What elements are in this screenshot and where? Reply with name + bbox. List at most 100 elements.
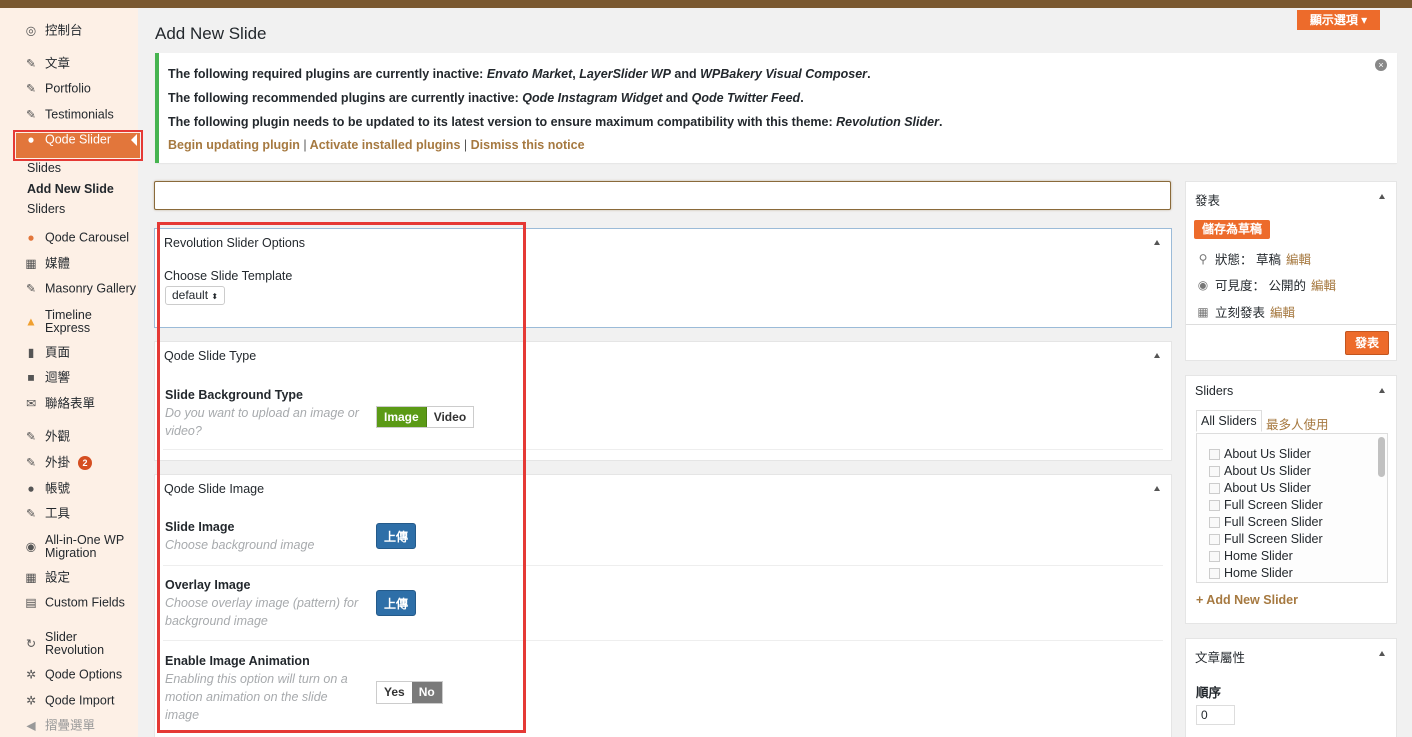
- activate-plugins-link[interactable]: Activate installed plugins: [310, 138, 461, 152]
- begin-updating-link[interactable]: Begin updating plugin: [168, 138, 300, 152]
- sidebar-item-slider-revolution[interactable]: ↻ Slider Revolution: [0, 631, 138, 657]
- add-new-slider-link[interactable]: + Add New Slider: [1196, 593, 1298, 607]
- checkbox[interactable]: [1209, 449, 1220, 461]
- sidebar-item[interactable]: ✉ 聯絡表單: [0, 396, 138, 412]
- sidebar-item-masonry-gallery[interactable]: ✎ Masonry Gallery: [0, 281, 138, 297]
- media-icon: ▦: [25, 256, 37, 271]
- sidebar-item-qode-carousel[interactable]: ● Qode Carousel: [0, 230, 138, 246]
- sidebar-item-label: Masonry Gallery: [45, 281, 136, 296]
- pages-icon: ▮: [27, 345, 35, 360]
- tools-icon: ✎: [25, 506, 37, 521]
- appearance-icon: ✎: [25, 429, 37, 444]
- scrollbar[interactable]: [1378, 437, 1385, 477]
- current-arrow-icon: [131, 134, 137, 146]
- slider-checkbox-item[interactable]: Full Screen Slider: [1209, 498, 1323, 512]
- checkbox[interactable]: [1209, 551, 1220, 563]
- checkbox[interactable]: [1209, 483, 1220, 495]
- sidebar-item-label: 聯絡表單: [45, 396, 96, 411]
- collapse-arrow-icon[interactable]: [1154, 353, 1160, 358]
- slider-name: About Us Slider: [1224, 481, 1311, 495]
- sidebar-item-label: Custom Fields: [45, 595, 125, 610]
- mail-icon: ✉: [25, 396, 37, 411]
- sidebar-item-label: 外觀: [45, 429, 71, 444]
- box-title: Sliders: [1195, 384, 1234, 398]
- slider-checkbox-item[interactable]: Home Slider: [1209, 566, 1293, 580]
- slider-name: Full Screen Slider: [1224, 515, 1323, 529]
- sidebar-item[interactable]: ■ 迴響: [0, 370, 138, 386]
- checkbox[interactable]: [1209, 568, 1220, 580]
- pin-icon: ⚲: [1198, 251, 1208, 266]
- annotation-highlight: [157, 222, 526, 733]
- sidebar-item[interactable]: ● 帳號: [0, 481, 138, 497]
- admin-top-bar: [0, 0, 1412, 8]
- collapse-arrow-icon[interactable]: [1154, 240, 1160, 245]
- checkbox[interactable]: [1209, 534, 1220, 546]
- sidebar-item[interactable]: ✎ 文章: [0, 56, 138, 72]
- sidebar-item-timeline-express[interactable]: ▲ Timeline Express: [0, 309, 138, 335]
- edit-status-link[interactable]: 編輯: [1286, 249, 1311, 268]
- tab-all-sliders[interactable]: All Sliders: [1196, 410, 1262, 432]
- collapse-arrow-icon[interactable]: [1154, 486, 1160, 491]
- order-input[interactable]: 0: [1196, 705, 1235, 725]
- screen-options-button[interactable]: 顯示選項 ▾: [1297, 10, 1380, 30]
- sidebar-item-testimonials[interactable]: ✎ Testimonials: [0, 107, 138, 123]
- pin-icon: ✎: [25, 81, 37, 96]
- submenu-sliders[interactable]: Sliders: [27, 202, 65, 216]
- edit-schedule-link[interactable]: 編輯: [1270, 302, 1295, 321]
- sidebar-item-label: 媒體: [45, 256, 71, 271]
- plugins-icon: ✎: [25, 455, 37, 470]
- sidebar-item-label: Testimonials: [45, 107, 114, 122]
- sidebar-item-label: Timeline Express: [45, 308, 92, 335]
- dismiss-notice-link[interactable]: Dismiss this notice: [471, 138, 585, 152]
- sidebar-item[interactable]: ▦ 媒體: [0, 256, 138, 272]
- sidebar-item[interactable]: ✎ 工具: [0, 506, 138, 522]
- slider-checkbox-item[interactable]: Home Slider: [1209, 549, 1293, 563]
- separator: |: [463, 138, 468, 152]
- carousel-icon: ●: [27, 230, 35, 245]
- sidebar-item[interactable]: ◀ 摺疊選單: [0, 718, 138, 734]
- collapse-arrow-icon[interactable]: [1379, 651, 1385, 656]
- save-draft-button[interactable]: 儲存為草稿: [1194, 220, 1270, 239]
- sidebar-item-custom-fields[interactable]: ▤ Custom Fields: [0, 595, 138, 611]
- sidebar-item[interactable]: ▮ 頁面: [0, 345, 138, 361]
- slider-checkbox-item[interactable]: Full Screen Slider: [1209, 532, 1323, 546]
- comments-icon: ■: [27, 370, 35, 385]
- sidebar-item-qode-options[interactable]: ✲ Qode Options: [0, 667, 138, 683]
- sidebar-item-label: 頁面: [45, 345, 71, 360]
- edit-visibility-link[interactable]: 編輯: [1311, 275, 1336, 294]
- checkbox[interactable]: [1209, 466, 1220, 478]
- collapse-arrow-icon[interactable]: [1379, 388, 1385, 393]
- close-icon[interactable]: ×: [1375, 59, 1387, 71]
- slider-name: Home Slider: [1224, 566, 1293, 580]
- sidebar-item[interactable]: ▦ 設定: [0, 570, 138, 586]
- slider-checkbox-item[interactable]: Full Screen Slider: [1209, 515, 1323, 529]
- checkbox[interactable]: [1209, 500, 1220, 512]
- sidebar-item-label: Qode Carousel: [45, 230, 130, 245]
- slider-name: About Us Slider: [1224, 447, 1311, 461]
- sidebar-item-all-in-one-wp-migration[interactable]: ◉ All-in-One WP Migration: [0, 534, 138, 560]
- pin-icon: ✎: [25, 56, 37, 71]
- slide-title-input[interactable]: [154, 181, 1171, 210]
- collapse-arrow-icon[interactable]: [1379, 194, 1385, 199]
- checkbox[interactable]: [1209, 517, 1220, 529]
- settings-icon: ▦: [25, 570, 37, 585]
- sidebar-item-qode-slider[interactable]: ● Qode Slider: [0, 132, 138, 148]
- sidebar-item-label: 文章: [45, 56, 71, 71]
- sidebar-item[interactable]: ✎ 外觀: [0, 429, 138, 445]
- collapse-icon: ◀: [26, 718, 36, 733]
- slider-checkbox-item[interactable]: About Us Slider: [1209, 447, 1311, 461]
- sidebar-item[interactable]: ◎ 控制台: [0, 23, 138, 39]
- sidebar-item-portfolio[interactable]: ✎ Portfolio: [0, 81, 138, 97]
- slider-checkbox-item[interactable]: About Us Slider: [1209, 464, 1311, 478]
- tab-most-used[interactable]: 最多人使用: [1266, 414, 1329, 433]
- plugin-notice: The following required plugins are curre…: [155, 53, 1397, 163]
- sidebar-item[interactable]: ✎ 外掛 2: [0, 455, 138, 471]
- box-title: 發表: [1195, 194, 1221, 208]
- submenu-slides[interactable]: Slides: [27, 161, 61, 175]
- sidebar-item-qode-import[interactable]: ✲ Qode Import: [0, 693, 138, 709]
- slider-checkbox-item[interactable]: About Us Slider: [1209, 481, 1311, 495]
- submenu-add-new-slide[interactable]: Add New Slide: [27, 182, 114, 196]
- timeline-icon: ▲: [25, 314, 37, 329]
- pin-icon: ✎: [25, 107, 37, 122]
- publish-button[interactable]: 發表: [1345, 331, 1389, 355]
